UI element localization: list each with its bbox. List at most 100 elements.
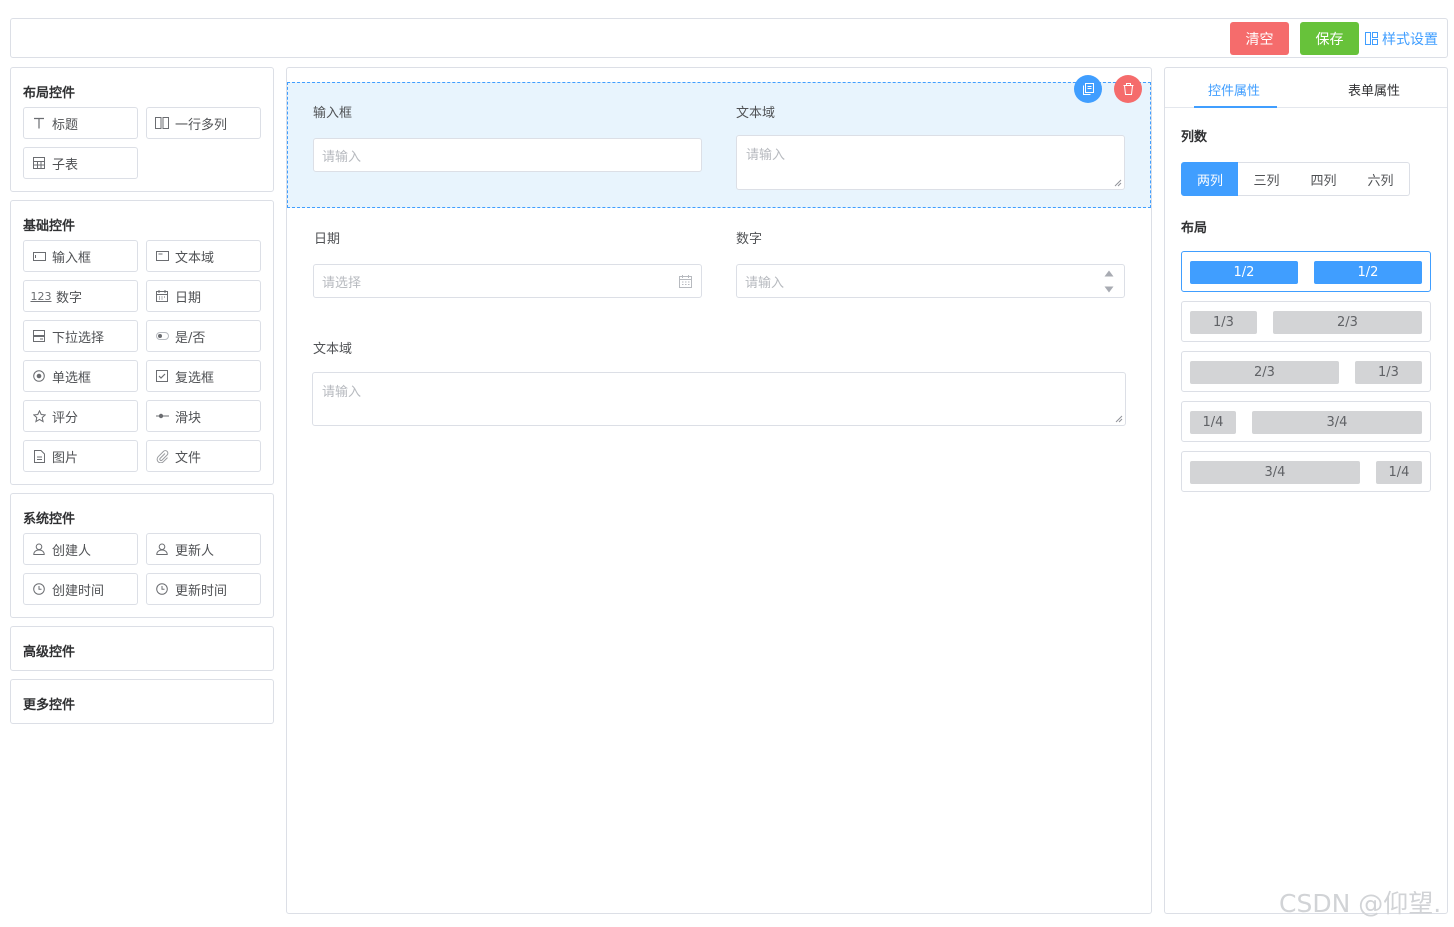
number-123-icon: 123	[30, 289, 52, 303]
widget-label: 是/否	[175, 330, 206, 346]
columns-title: 列数	[1181, 130, 1208, 145]
slider-icon	[155, 409, 169, 423]
user-icon	[32, 542, 46, 556]
widget-label: 滑块	[175, 410, 202, 426]
save-button[interactable]: 保存	[1300, 22, 1359, 55]
widget-subtable[interactable]: 子表	[23, 147, 138, 179]
widget-textarea[interactable]: 文本域	[146, 240, 261, 272]
toggle-icon	[155, 329, 169, 343]
calendar-icon	[679, 275, 692, 288]
layout-option-threequarters-quarter[interactable]: 3/4 1/4	[1181, 451, 1431, 492]
trash-icon	[1123, 83, 1133, 95]
clear-button[interactable]: 清空	[1230, 22, 1289, 55]
resize-handle-icon[interactable]	[1115, 415, 1123, 423]
tab-widget-properties[interactable]: 控件属性	[1208, 80, 1260, 99]
widget-label: 日期	[175, 290, 202, 306]
widget-slider[interactable]: 滑块	[146, 400, 261, 432]
widget-image[interactable]: 图片	[23, 440, 138, 472]
group-title-system: 系统控件	[23, 512, 76, 527]
group-title-basic: 基础控件	[23, 219, 76, 234]
layout-cell: 1/3	[1190, 311, 1257, 334]
input-icon	[32, 249, 46, 263]
date-placeholder: 请选择	[322, 275, 362, 291]
layout-cell: 1/4	[1190, 411, 1236, 434]
widget-multi-column[interactable]: 一行多列	[146, 107, 261, 139]
image-file-icon	[32, 449, 46, 463]
top-toolbar: 清空 保存 样式设置	[10, 18, 1448, 58]
delete-row-button[interactable]	[1114, 75, 1142, 103]
widget-label: 更新时间	[175, 583, 228, 599]
radio-icon	[32, 369, 46, 383]
widget-created-time[interactable]: 创建时间	[23, 573, 138, 605]
widget-label: 单选框	[52, 370, 92, 386]
group-title-layout: 布局控件	[23, 86, 76, 101]
widget-label: 子表	[52, 157, 79, 173]
widget-label: 文本域	[175, 250, 215, 266]
number-input[interactable]: 请输入	[736, 264, 1125, 298]
widget-label: 输入框	[52, 250, 92, 266]
layout-cell: 1/3	[1355, 361, 1422, 384]
field-label-textarea-2: 文本域	[313, 342, 353, 357]
clock-icon	[32, 582, 46, 596]
widget-rate[interactable]: 评分	[23, 400, 138, 432]
widget-number[interactable]: 123 数字	[23, 280, 138, 312]
column-option-four[interactable]: 四列	[1295, 162, 1353, 196]
tab-form-properties[interactable]: 表单属性	[1348, 80, 1400, 99]
layout-option-quarter-threequarters[interactable]: 1/4 3/4	[1181, 401, 1431, 442]
layout-cell: 2/3	[1273, 311, 1422, 334]
layout-cell: 1/4	[1376, 461, 1422, 484]
widget-label: 创建人	[52, 543, 92, 559]
textarea-placeholder: 请输入	[746, 148, 786, 163]
widget-label: 一行多列	[175, 117, 228, 133]
copy-row-button[interactable]	[1074, 75, 1102, 103]
widget-radio[interactable]: 单选框	[23, 360, 138, 392]
calendar-icon	[155, 289, 169, 303]
stepper-down-icon[interactable]	[1104, 286, 1114, 293]
more-widget-group[interactable]: 更多控件	[10, 679, 274, 724]
textarea-input-full[interactable]: 请输入	[312, 372, 1126, 426]
layout-grid-icon	[1365, 32, 1378, 45]
column-option-six[interactable]: 六列	[1352, 162, 1410, 196]
dropdown-icon	[32, 329, 46, 343]
field-label-date: 日期	[314, 232, 341, 247]
widget-file[interactable]: 文件	[146, 440, 261, 472]
layout-option-third-twothirds[interactable]: 1/3 2/3	[1181, 301, 1431, 342]
widget-date[interactable]: 日期	[146, 280, 261, 312]
widget-creator[interactable]: 创建人	[23, 533, 138, 565]
widget-title[interactable]: 标题	[23, 107, 138, 139]
widget-label: 数字	[56, 290, 83, 306]
watermark: CSDN @仰望.	[1279, 889, 1442, 918]
style-settings-label: 样式设置	[1382, 31, 1438, 48]
field-label-input: 输入框	[313, 106, 353, 121]
widget-select[interactable]: 下拉选择	[23, 320, 138, 352]
widget-label: 文件	[175, 450, 202, 466]
copy-icon	[1082, 83, 1094, 95]
textarea-icon	[155, 249, 169, 263]
column-option-three[interactable]: 三列	[1238, 162, 1296, 196]
resize-handle-icon[interactable]	[1114, 179, 1122, 187]
widget-label: 更新人	[175, 543, 215, 559]
layout-option-half-half[interactable]: 1/2 1/2	[1181, 251, 1431, 292]
widget-updater[interactable]: 更新人	[146, 533, 261, 565]
widget-label: 图片	[52, 450, 79, 466]
user-icon	[155, 542, 169, 556]
input-placeholder: 请输入	[322, 149, 362, 165]
date-picker[interactable]: 请选择	[313, 264, 702, 298]
textarea-input[interactable]: 请输入	[736, 135, 1125, 190]
field-label-textarea: 文本域	[736, 106, 776, 121]
layout-cell: 2/3	[1190, 361, 1339, 384]
text-input[interactable]: 请输入	[313, 138, 702, 172]
star-icon	[32, 409, 46, 423]
widget-switch[interactable]: 是/否	[146, 320, 261, 352]
widget-input[interactable]: 输入框	[23, 240, 138, 272]
widget-checkbox[interactable]: 复选框	[146, 360, 261, 392]
widget-updated-time[interactable]: 更新时间	[146, 573, 261, 605]
column-option-two[interactable]: 两列	[1181, 162, 1239, 196]
widget-label: 复选框	[175, 370, 215, 386]
layout-option-twothirds-third[interactable]: 2/3 1/3	[1181, 351, 1431, 392]
stepper-up-icon[interactable]	[1104, 270, 1114, 277]
layout-cell: 3/4	[1190, 461, 1360, 484]
advanced-widget-group[interactable]: 高级控件	[10, 626, 274, 671]
style-settings-button[interactable]: 样式设置	[1365, 22, 1438, 55]
table-icon	[32, 156, 46, 170]
